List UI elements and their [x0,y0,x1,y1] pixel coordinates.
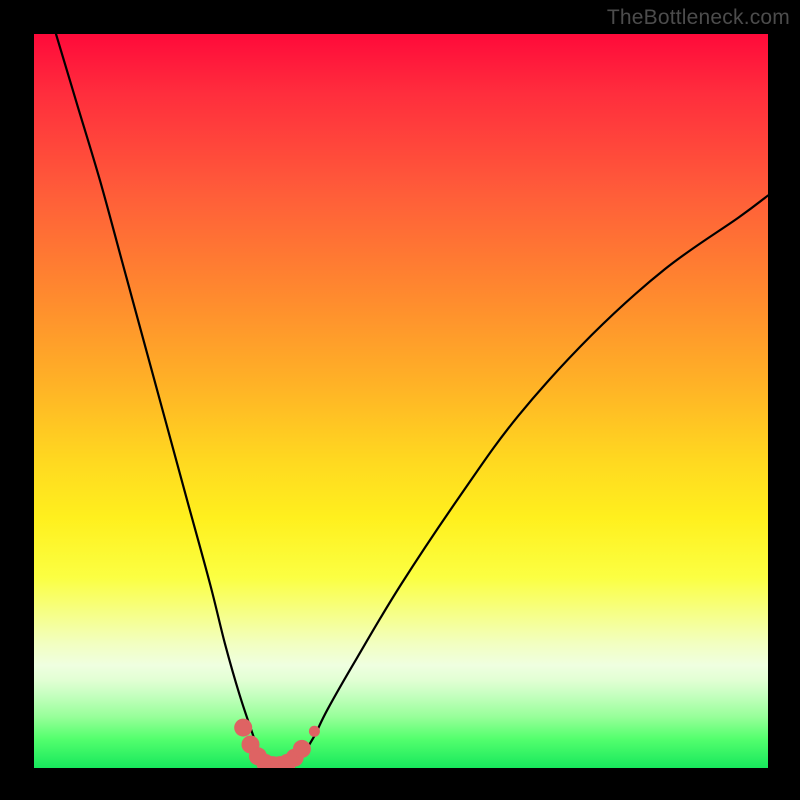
watermark-text: TheBottleneck.com [607,6,790,30]
bottleneck-curve [56,34,768,768]
curve-svg [34,34,768,768]
trough-marker [234,719,252,737]
trough-marker [309,726,320,737]
trough-marker [293,740,311,758]
trough-markers [234,719,320,768]
plot-area [34,34,768,768]
chart-frame: TheBottleneck.com [0,0,800,800]
